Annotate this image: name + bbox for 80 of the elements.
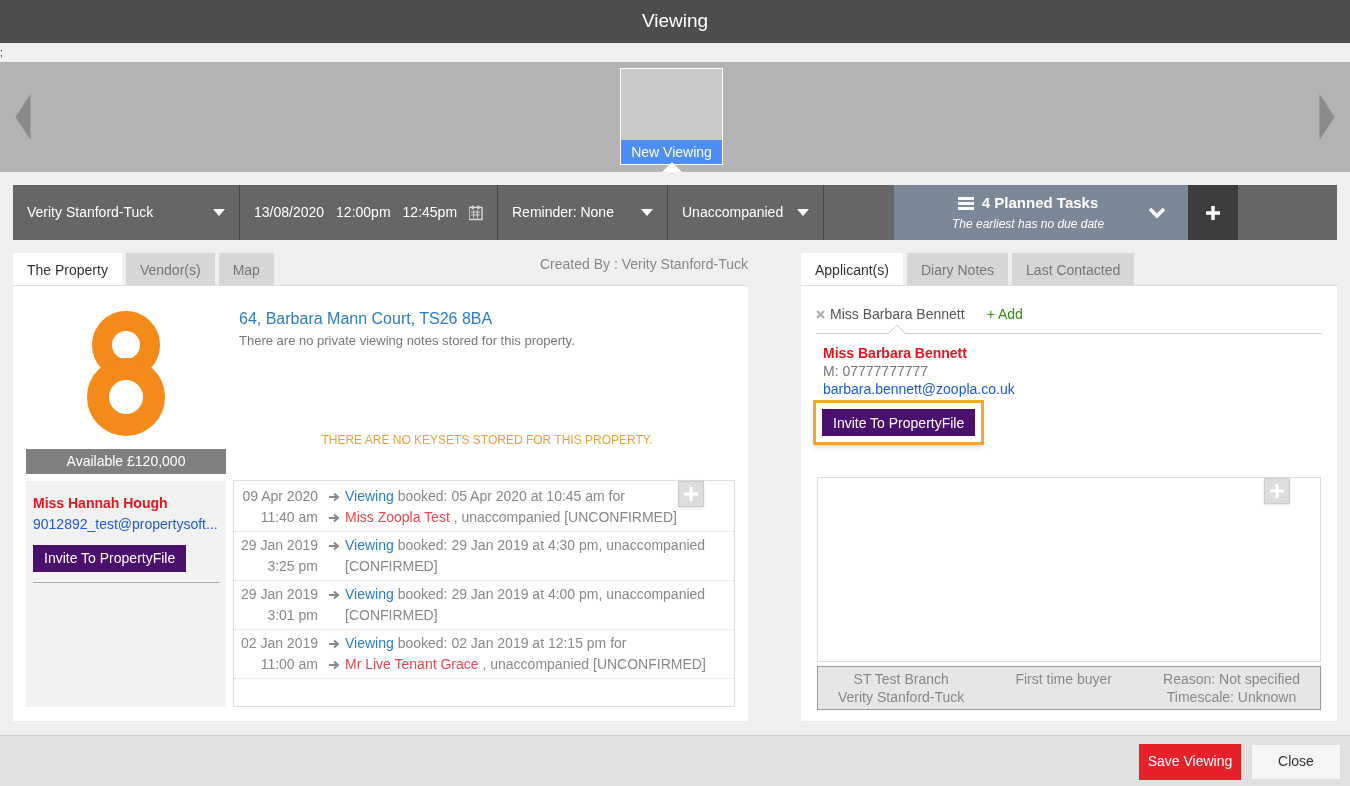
planned-tasks-panel[interactable]: 4 Planned Tasks The earliest has no due date (894, 185, 1188, 240)
pointer-icon (662, 162, 682, 172)
list-icon (957, 197, 974, 210)
keysets-text: THERE ARE NO KEYSETS STORED FOR THIS PROPERTY. (320, 431, 654, 449)
arrow-right-icon (328, 541, 339, 551)
tab[interactable]: Vendor(s) (125, 253, 215, 285)
viewing-link[interactable]: Viewing (345, 586, 394, 602)
add-button[interactable] (678, 481, 704, 507)
plus-icon (1270, 484, 1284, 498)
history-text: Viewing booked: 29 Jan 2019 at 4:30 pm, unaccompanied [CONFIRMED] (345, 536, 707, 576)
history-text: Miss Zoopla Test , unaccompanied [UNCONFIRMED] (345, 508, 677, 527)
start-time-field[interactable]: 12:00pm (336, 202, 391, 223)
reason-text: Reason: Not specified (1163, 670, 1300, 688)
address-link[interactable]: 64, Barbara Mann Court, TS26 8BA (239, 307, 735, 331)
tab[interactable]: Map (218, 253, 274, 285)
tab[interactable]: Last Contacted (1012, 253, 1135, 285)
close-button[interactable]: Close (1251, 743, 1341, 780)
history-text: Viewing booked: 29 Jan 2019 at 4:00 pm, unaccompanied [CONFIRMED] (345, 585, 707, 625)
arrow-right-icon (328, 492, 339, 502)
person-link[interactable]: Miss Zoopla Test (345, 509, 450, 525)
vendor-name: Miss Hannah Hough (33, 493, 168, 513)
history-time: 11:00 am (260, 655, 318, 674)
negotiator-dropdown[interactable]: Verity Stanford-Tuck (13, 185, 240, 240)
plus-icon (684, 487, 698, 501)
stray-text: ; (0, 47, 3, 58)
history-date: 02 Jan 2019 (240, 634, 318, 653)
vendor-email-link[interactable]: 9012892_test@propertysoft... (33, 513, 218, 535)
close-icon (816, 310, 825, 319)
history-text: Viewing booked: 02 Jan 2019 at 12:15 pm for (345, 634, 627, 653)
invite-button[interactable]: Invite To PropertyFile (33, 544, 187, 572)
tab[interactable]: Diary Notes (906, 253, 1009, 285)
history-date: 09 Apr 2020 (242, 487, 318, 506)
history-time: 11:40 am (260, 508, 318, 527)
plus-icon (1206, 205, 1220, 220)
history-time: 3:01 pm (267, 606, 318, 625)
tab[interactable]: Applicant(s) (801, 253, 903, 285)
history-date: 29 Jan 2019 (240, 585, 318, 604)
applicant-tab[interactable]: Miss Barbara Bennett (816, 304, 965, 325)
caret-icon (797, 209, 809, 216)
applicant-email-link[interactable]: barbara.bennett@zoopla.co.uk (823, 380, 1015, 398)
date-field[interactable]: 13/08/2020 (254, 202, 325, 223)
arrow-right-icon (328, 590, 339, 600)
caret-icon (213, 209, 225, 216)
next-arrow-icon (1319, 94, 1335, 140)
add-applicant-link[interactable]: + Add (986, 304, 1023, 325)
history-time: 3:25 pm (267, 557, 318, 576)
tasks-subtitle: The earliest has no due date (952, 215, 1105, 233)
negotiator-text: Verity Stanford-Tuck (838, 688, 965, 706)
arrow-right-icon (328, 639, 339, 649)
tasks-title: 4 Planned Tasks (981, 193, 1099, 214)
timescale-text: Timescale: Unknown (1166, 688, 1297, 706)
arrow-right-icon (328, 513, 339, 523)
branch-text: ST Test Branch (853, 670, 949, 688)
viewing-link[interactable]: Viewing (345, 635, 394, 651)
chevron-down-icon (1148, 206, 1166, 219)
add-button[interactable] (1264, 478, 1290, 504)
created-by-text: Created By : Verity Stanford-Tuck (540, 255, 748, 274)
tab[interactable]: The Property (13, 253, 122, 285)
applicant-name: Miss Barbara Bennett (823, 344, 967, 362)
arrow-right-icon (328, 660, 339, 670)
reminder-dropdown[interactable]: Reminder: None (498, 185, 668, 240)
notes-text: There are no private viewing notes stored for this property. (239, 332, 576, 350)
window-title: Viewing (641, 9, 709, 34)
history-text: Mr Live Tenant Grace , unaccompanied [UNCONFIRMED] (345, 655, 706, 674)
buyer-type-text: First time buyer (1015, 670, 1112, 688)
history-date: 29 Jan 2019 (240, 536, 318, 555)
viewing-link[interactable]: Viewing (345, 488, 394, 504)
invite-button[interactable]: Invite To PropertyFile (822, 409, 976, 436)
save-button[interactable]: Save Viewing (1139, 743, 1241, 780)
accompaniment-dropdown[interactable]: Unaccompanied (668, 185, 824, 240)
previous-arrow-icon (15, 94, 31, 140)
calendar-icon (469, 204, 483, 221)
person-link[interactable]: Mr Live Tenant Grace (345, 656, 479, 672)
price-banner: Available £120,000 (26, 448, 226, 474)
viewing-link[interactable]: Viewing (345, 537, 394, 553)
history-text: Viewing booked: 05 Apr 2020 at 10:45 am for (345, 487, 625, 506)
applicant-phone: M: 07777777777 (823, 362, 929, 380)
end-time-field[interactable]: 12:45pm (402, 202, 458, 223)
caret-icon (641, 209, 653, 216)
add-task-button[interactable] (1188, 185, 1238, 240)
